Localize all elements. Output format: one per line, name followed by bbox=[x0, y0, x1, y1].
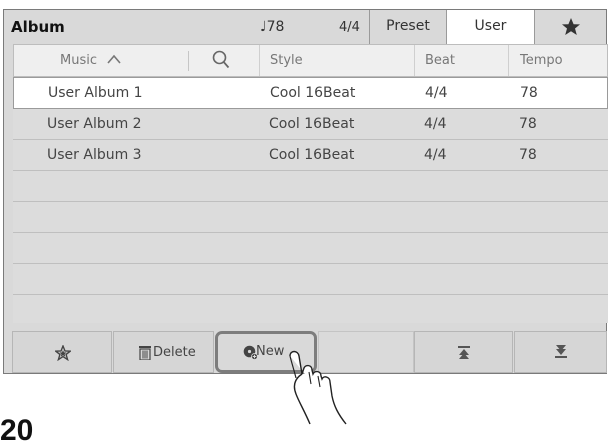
empty-row[interactable] bbox=[13, 295, 608, 323]
empty-row[interactable] bbox=[13, 233, 608, 264]
cell-tempo: 78 bbox=[519, 147, 537, 163]
cell-tempo: 78 bbox=[519, 116, 537, 132]
cell-beat: 4/4 bbox=[425, 85, 448, 101]
cell-music: User Album 3 bbox=[47, 147, 142, 163]
column-header-style[interactable]: Style bbox=[270, 53, 303, 68]
tab-preset[interactable]: Preset bbox=[369, 10, 446, 44]
page-title: Album bbox=[11, 18, 65, 36]
new-label: New bbox=[256, 344, 285, 359]
column-header-tempo[interactable]: Tempo bbox=[520, 53, 563, 68]
table-header: Music Style Beat Tempo bbox=[13, 44, 608, 77]
move-up-button[interactable] bbox=[414, 331, 513, 373]
trash-icon bbox=[139, 346, 151, 360]
cell-beat: 4/4 bbox=[424, 147, 447, 163]
header-divider bbox=[188, 51, 189, 71]
column-label-music: Music bbox=[60, 53, 97, 68]
header-bar: Album ♩78 4/4 Preset User bbox=[4, 10, 606, 44]
column-separator bbox=[508, 45, 509, 76]
cell-style: Cool 16Beat bbox=[269, 147, 355, 163]
move-up-icon bbox=[458, 346, 470, 359]
pointing-hand-icon bbox=[289, 350, 347, 425]
delete-label: Delete bbox=[153, 345, 196, 360]
column-separator bbox=[259, 45, 260, 76]
album-table: Music Style Beat Tempo User Album 1 Cool bbox=[13, 44, 608, 323]
star-icon bbox=[561, 18, 580, 35]
column-header-music[interactable]: Music bbox=[60, 53, 121, 68]
empty-row[interactable] bbox=[13, 202, 608, 233]
cell-beat: 4/4 bbox=[424, 116, 447, 132]
move-down-button[interactable] bbox=[514, 331, 607, 373]
empty-row[interactable] bbox=[13, 171, 608, 202]
tab-user[interactable]: User bbox=[446, 10, 535, 44]
table-row[interactable]: User Album 1 Cool 16Beat 4/4 78 bbox=[13, 77, 608, 109]
add-favorite-button[interactable] bbox=[12, 331, 112, 373]
album-window: Album ♩78 4/4 Preset User Music Style Be… bbox=[3, 9, 608, 374]
tab-favorite[interactable] bbox=[535, 10, 606, 44]
cell-music: User Album 2 bbox=[47, 116, 142, 132]
delete-button[interactable]: Delete bbox=[113, 331, 214, 373]
empty-row[interactable] bbox=[13, 264, 608, 295]
search-icon bbox=[212, 50, 230, 69]
search-button[interactable] bbox=[212, 50, 230, 73]
column-separator bbox=[414, 45, 415, 76]
sort-ascending-icon bbox=[107, 54, 121, 64]
page-number: 20 bbox=[0, 414, 34, 447]
beat-indicator: 4/4 bbox=[339, 20, 360, 35]
cell-music: User Album 1 bbox=[48, 85, 143, 101]
cell-style: Cool 16Beat bbox=[270, 85, 356, 101]
favorite-star-icon bbox=[55, 345, 71, 361]
table-row[interactable]: User Album 2 Cool 16Beat 4/4 78 bbox=[13, 109, 608, 140]
table-row[interactable]: User Album 3 Cool 16Beat 4/4 78 bbox=[13, 140, 608, 171]
cell-tempo: 78 bbox=[520, 85, 538, 101]
move-down-icon bbox=[555, 345, 567, 358]
tempo-indicator: ♩78 bbox=[260, 19, 285, 35]
column-header-beat[interactable]: Beat bbox=[425, 53, 455, 68]
cell-style: Cool 16Beat bbox=[269, 116, 355, 132]
